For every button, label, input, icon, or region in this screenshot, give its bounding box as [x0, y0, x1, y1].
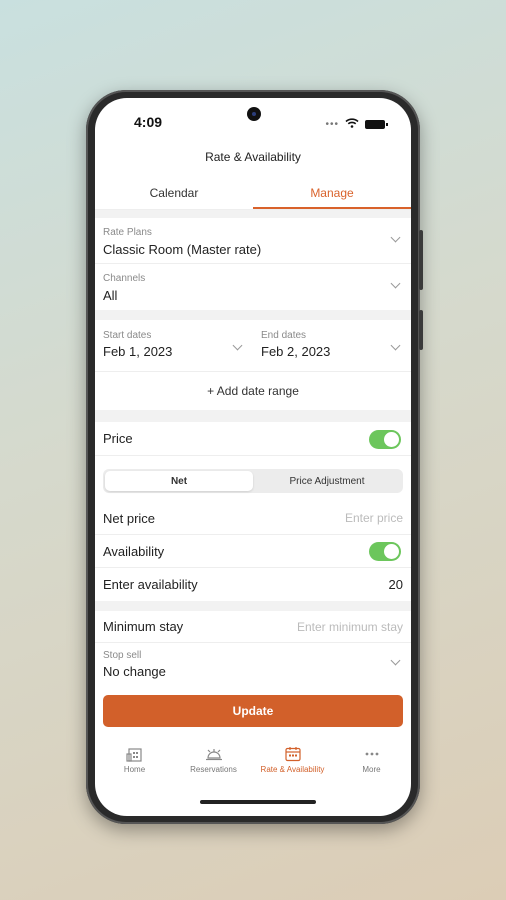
- nav-rate-availability[interactable]: Rate & Availability: [253, 744, 332, 784]
- home-indicator[interactable]: [200, 800, 316, 804]
- section-divider: [95, 210, 411, 218]
- end-dates-value: Feb 2, 2023: [261, 344, 331, 359]
- net-price-row[interactable]: Net price Enter price: [95, 502, 411, 535]
- minimum-stay-row[interactable]: Minimum stay Enter minimum stay: [95, 611, 411, 643]
- nav-reservations-label: Reservations: [190, 765, 237, 774]
- page-title: Rate & Availability: [205, 150, 301, 164]
- rate-plans-select[interactable]: Rate Plans Classic Room (Master rate): [95, 218, 411, 264]
- end-date-picker[interactable]: End dates Feb 2, 2023: [253, 320, 411, 371]
- enter-availability-label: Enter availability: [103, 577, 198, 592]
- rate-plans-label: Rate Plans: [103, 227, 152, 238]
- rate-plans-value: Classic Room (Master rate): [103, 242, 262, 257]
- enter-availability-row[interactable]: Enter availability 20: [95, 568, 411, 601]
- availability-label: Availability: [103, 543, 165, 559]
- end-dates-label: End dates: [261, 330, 307, 341]
- date-range-row: Start dates Feb 1, 2023 End dates Feb 2,…: [95, 320, 411, 372]
- channels-label: Channels: [103, 273, 146, 284]
- availability-row: Availability: [95, 535, 411, 568]
- net-price-label: Net price: [103, 510, 156, 526]
- segment-net[interactable]: Net: [105, 471, 253, 491]
- phone-frame: 4:09 ••• Rate & Availability Calendar Ma…: [86, 90, 423, 824]
- nav-reservations[interactable]: Reservations: [174, 744, 253, 784]
- section-divider: [95, 601, 411, 611]
- volume-button: [419, 230, 423, 290]
- price-label: Price: [103, 431, 133, 446]
- price-toggle[interactable]: [369, 430, 401, 449]
- app-screen: 4:09 ••• Rate & Availability Calendar Ma…: [95, 98, 411, 816]
- tab-calendar[interactable]: Calendar: [95, 176, 253, 209]
- nav-home-label: Home: [123, 765, 146, 774]
- battery-icon: [365, 119, 388, 129]
- net-price-input[interactable]: Enter price: [345, 511, 403, 525]
- stop-sell-select[interactable]: Stop sell No change: [95, 643, 411, 683]
- segment-price-adjustment[interactable]: Price Adjustment: [253, 471, 401, 491]
- nav-more-label: More: [362, 765, 381, 774]
- status-bar: 4:09 •••: [95, 98, 411, 136]
- minimum-stay-label: Minimum stay: [103, 619, 184, 634]
- stop-sell-value: No change: [103, 664, 166, 679]
- wifi-icon: [345, 115, 359, 133]
- availability-input[interactable]: 20: [389, 577, 403, 592]
- camera-cutout: [247, 107, 261, 121]
- price-row: Price: [95, 422, 411, 456]
- nav-home[interactable]: Home: [95, 744, 174, 784]
- add-date-range-button[interactable]: + Add date range: [95, 372, 411, 410]
- power-button: [419, 310, 423, 350]
- section-divider: [95, 410, 411, 422]
- section-divider: [95, 310, 411, 320]
- nav-rate-availability-label: Rate & Availability: [260, 765, 325, 774]
- start-dates-value: Feb 1, 2023: [103, 344, 173, 359]
- availability-toggle[interactable]: [369, 542, 401, 561]
- calendar-icon: [253, 744, 332, 764]
- stop-sell-label: Stop sell: [103, 650, 142, 661]
- building-icon: [95, 744, 174, 764]
- update-button[interactable]: Update: [103, 695, 403, 727]
- tab-bar: Calendar Manage: [95, 176, 411, 210]
- channels-value: All: [103, 288, 118, 303]
- status-icons: •••: [325, 115, 388, 133]
- bell-icon: [174, 744, 253, 764]
- tab-manage[interactable]: Manage: [253, 176, 411, 209]
- start-date-picker[interactable]: Start dates Feb 1, 2023: [95, 320, 253, 371]
- bottom-nav: Home Reservations Rate & Availability Mo…: [95, 744, 411, 784]
- notification-dots-icon: •••: [325, 118, 339, 130]
- channels-select[interactable]: Channels All: [95, 264, 411, 310]
- more-icon: [332, 744, 411, 764]
- start-dates-label: Start dates: [103, 330, 152, 341]
- price-mode-segmented-control: Net Price Adjustment: [103, 469, 403, 493]
- status-time: 4:09: [134, 114, 163, 130]
- minimum-stay-input[interactable]: Enter minimum stay: [297, 620, 403, 634]
- nav-more[interactable]: More: [332, 744, 411, 784]
